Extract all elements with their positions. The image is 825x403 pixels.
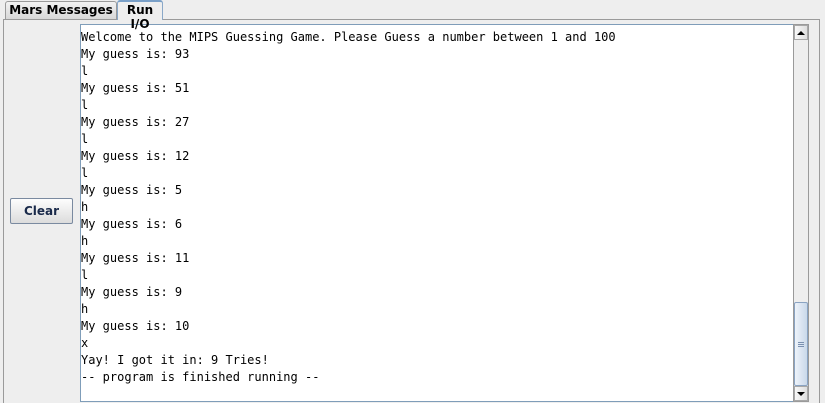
tab-bar: Mars Messages Run I/O xyxy=(0,0,825,31)
tab-run-io[interactable]: Run I/O xyxy=(117,0,163,31)
grip-icon xyxy=(798,341,804,347)
vertical-scrollbar[interactable] xyxy=(793,24,809,402)
tab-mars-messages[interactable]: Mars Messages xyxy=(5,1,117,19)
output-line: My guess is: 93 xyxy=(81,47,190,61)
output-line: My guess is: 5 xyxy=(81,183,183,197)
output-line: Welcome to the MIPS Guessing Game. Pleas… xyxy=(81,30,616,44)
clear-button[interactable]: Clear xyxy=(10,198,73,224)
output-line: l xyxy=(81,132,89,146)
output-line: My guess is: 6 xyxy=(81,217,183,231)
output-line: h xyxy=(81,302,89,316)
output-line: l xyxy=(81,166,89,180)
output-line: l xyxy=(81,64,89,78)
arrow-up-icon xyxy=(797,30,805,35)
scroll-down-button[interactable] xyxy=(794,386,808,401)
output-line: h xyxy=(81,200,89,214)
output-line: l xyxy=(81,268,89,282)
scroll-up-button[interactable] xyxy=(794,25,808,40)
output-line: x xyxy=(81,336,89,350)
output-line: My guess is: 51 xyxy=(81,81,190,95)
output-line: h xyxy=(81,234,89,248)
output-line: -- program is finished running -- xyxy=(81,370,320,384)
output-line: l xyxy=(81,98,89,112)
output-line: My guess is: 11 xyxy=(81,251,190,265)
scrollbar-thumb[interactable] xyxy=(794,302,808,386)
output-line: My guess is: 27 xyxy=(81,115,190,129)
output-line: My guess is: 12 xyxy=(81,149,190,163)
arrow-down-icon xyxy=(797,391,805,396)
output-line: My guess is: 10 xyxy=(81,319,190,333)
console-output-area[interactable]: Welcome to the MIPS Guessing Game. Pleas… xyxy=(80,24,793,402)
output-line: My guess is: 9 xyxy=(81,285,183,299)
output-line: Yay! I got it in: 9 Tries! xyxy=(81,353,269,367)
